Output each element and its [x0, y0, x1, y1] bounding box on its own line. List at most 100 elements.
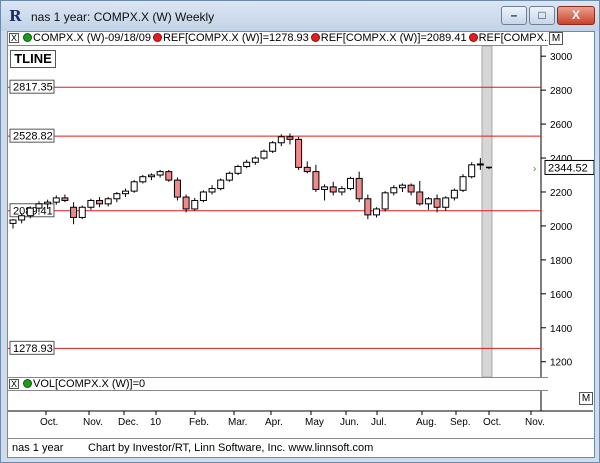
candle-body [78, 206, 86, 218]
title-bar[interactable]: R nas 1 year: COMPX.X (W) Weekly – □ X [1, 1, 599, 31]
candle-body [130, 181, 138, 192]
y-tick-label: 2200 [550, 188, 573, 199]
candle-body [44, 201, 52, 205]
x-tick-label: Dec. [118, 417, 139, 428]
plot-area [8, 46, 541, 377]
candle-body [165, 171, 173, 181]
candle-body [147, 174, 155, 178]
candle-body [173, 179, 181, 198]
ref-line-label: 1278.93 [13, 343, 53, 355]
candle-body [243, 161, 251, 168]
chart-window: R nas 1 year: COMPX.X (W) Weekly – □ X X… [0, 0, 600, 463]
maximize-icon: □ [538, 8, 546, 22]
x-tick-label: Aug. [416, 417, 437, 428]
legend-item-price: COMPX.X (W)-09/18/09 [33, 32, 151, 44]
close-icon: X [571, 8, 580, 22]
candle-body [217, 179, 225, 190]
x-tick-label: 10 [150, 417, 162, 428]
tline-label[interactable]: TLINE [10, 50, 56, 68]
candle-body [61, 197, 69, 201]
candle-body [18, 215, 26, 221]
y-tick-label: 2800 [550, 86, 573, 97]
candle-body [269, 142, 277, 152]
x-tick-label: Sep. [450, 417, 471, 428]
candle-body [277, 136, 285, 144]
candle-body [96, 199, 104, 205]
app-logo-icon: R [9, 7, 22, 25]
y-tick-label: 1800 [550, 256, 573, 267]
candle-body [286, 136, 294, 140]
close-pane-icon[interactable]: X [9, 33, 19, 43]
maximize-button[interactable]: □ [529, 6, 555, 25]
legend-item-ref1: REF[COMPX.X (W)]=1278.93 [162, 32, 309, 44]
candle-body [442, 197, 450, 208]
candle-body [199, 191, 207, 201]
minimize-icon: – [510, 8, 518, 22]
series-color-icon [23, 379, 32, 388]
candle-body [372, 208, 380, 216]
candle-body [104, 198, 112, 205]
candle-body [260, 150, 268, 159]
x-tick-label: Nov. [83, 417, 103, 428]
candle-body [113, 193, 121, 200]
volume-legend-text: VOL[COMPX.X (W)]=0 [33, 378, 146, 390]
y-tick-label: 1200 [550, 358, 573, 369]
x-tick-label: May [305, 417, 324, 428]
x-tick-label: Jun. [340, 417, 359, 428]
candle-body [321, 186, 329, 190]
series-color-icon [23, 33, 32, 42]
candle-body [9, 219, 17, 224]
candle-body [225, 172, 233, 181]
chart-credit: Chart by Investor/RT, Linn Software, Inc… [88, 442, 374, 454]
price-legend-row: X COMPX.X (W)-09/18/09 REF[COMPX.X (W)]=12… [8, 32, 548, 46]
ref-color-icon [468, 33, 478, 42]
last-price-label: 2344.52 [548, 162, 588, 174]
candle-body [424, 198, 432, 205]
candle-body [407, 184, 415, 193]
candle-body [122, 190, 130, 195]
candle-body [208, 188, 216, 193]
ref-line-label: 2817.35 [13, 82, 53, 94]
candle-body [234, 166, 242, 174]
candle-body [70, 206, 78, 218]
chart-client-area: X COMPX.X (W)-09/18/09 REF[COMPX.X (W)]=12… [7, 31, 595, 458]
candle-body [139, 176, 147, 183]
x-tick-label: Jul. [371, 417, 387, 428]
candle-body [52, 197, 60, 203]
candle-body [303, 166, 311, 173]
x-tick-label: Apr. [265, 417, 283, 428]
y-tick-label: 2000 [550, 222, 573, 233]
candle-body [182, 196, 190, 210]
x-tick-label: Mar. [228, 417, 247, 428]
volume-legend-row: X VOL[COMPX.X (W)]=0 [8, 377, 548, 391]
legend-item-ref3: REF[COMPX.X (W)]=2528.82 [478, 32, 548, 44]
candle-body [476, 163, 484, 166]
candle-body [312, 171, 320, 190]
x-tick-label: Feb. [189, 417, 209, 428]
candle-body [191, 199, 199, 210]
last-price-arrow: › [533, 163, 536, 174]
x-tick-label: Oct. [483, 417, 501, 428]
candle-body [26, 207, 34, 217]
volume-axis-toggle[interactable]: M [579, 392, 593, 405]
y-tick-label: 2600 [550, 120, 573, 131]
window-title: nas 1 year: COMPX.X (W) Weekly [31, 10, 215, 24]
cursor-bar [481, 46, 493, 378]
price-axis-toggle[interactable]: M [549, 32, 563, 45]
candle-body [295, 138, 303, 168]
candle-body [35, 203, 43, 209]
close-button[interactable]: X [557, 6, 595, 25]
minimize-button[interactable]: – [501, 6, 527, 25]
ref-line-label: 2528.82 [13, 131, 53, 143]
candle-body [87, 199, 95, 208]
candle-body [355, 177, 363, 200]
candle-body [156, 171, 164, 176]
candle-body [364, 198, 372, 216]
legend-item-ref2: REF[COMPX.X (W)]=2089.41 [320, 32, 467, 44]
close-pane-icon[interactable]: X [9, 379, 19, 389]
y-tick-label: 1400 [550, 324, 573, 335]
status-bar: nas 1 year Chart by Investor/RT, Linn So… [8, 438, 594, 457]
candle-body [338, 188, 346, 193]
ref-color-icon [152, 33, 162, 42]
candle-body [398, 184, 406, 189]
